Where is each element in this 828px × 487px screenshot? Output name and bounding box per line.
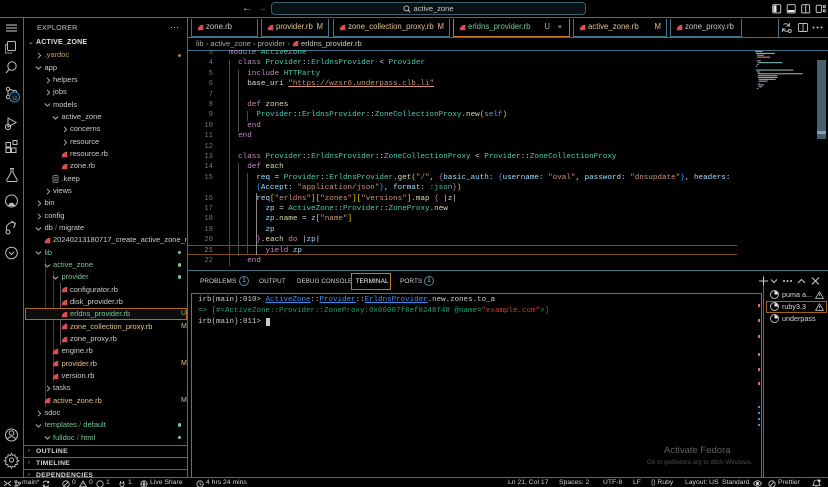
- svg-text:12: 12: [12, 95, 18, 101]
